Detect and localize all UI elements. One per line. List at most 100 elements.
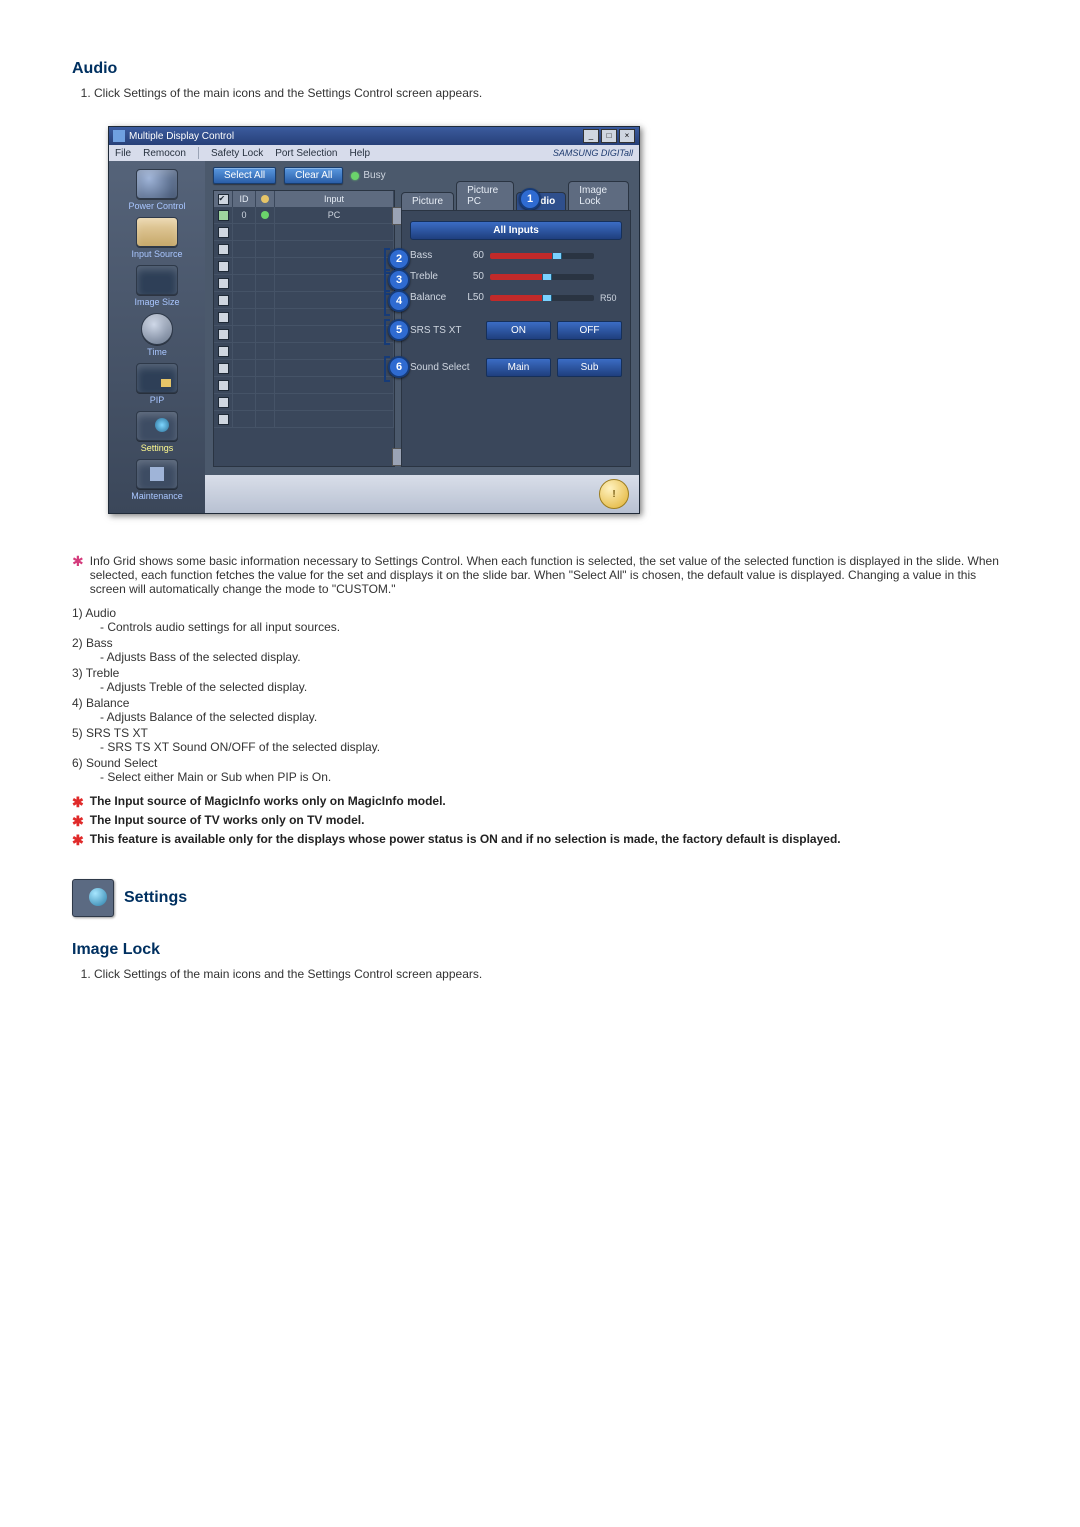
grid-row-empty[interactable] [214,411,394,428]
row-checkbox[interactable] [218,397,229,408]
srs-label: SRS TS XT [410,325,480,336]
tab-image-lock[interactable]: Image Lock [568,181,629,210]
audio-step-1: Click Settings of the main icons and the… [94,86,1008,100]
info-star-text: Info Grid shows some basic information n… [90,554,1008,596]
menu-help[interactable]: Help [349,148,370,159]
grid-row-empty[interactable] [214,292,394,309]
image-lock-heading: Image Lock [72,941,1008,959]
sidebar-item-time[interactable]: Time [115,311,199,359]
srs-off-button[interactable]: OFF [557,321,622,340]
sidebar-item-power-control[interactable]: Power Control [115,167,199,213]
sound-main-button[interactable]: Main [486,358,551,377]
row-checkbox[interactable] [218,414,229,425]
treble-label: Treble [410,271,454,282]
sidebar-item-pip[interactable]: PIP [115,361,199,407]
sound-select-toggle: 6 Sound Select Main Sub [410,358,622,377]
sidebar-item-settings[interactable]: Settings [115,409,199,455]
grid-row-empty[interactable] [214,343,394,360]
grid-row-empty[interactable] [214,326,394,343]
busy-dot-icon [351,172,359,180]
treble-slider[interactable]: 3 Treble 50 [410,271,622,282]
row-checkbox[interactable] [218,278,229,289]
tab-picture-pc[interactable]: Picture PC [456,181,514,210]
app-icon [113,130,125,142]
row-checkbox[interactable] [218,261,229,272]
image-size-icon [136,265,178,295]
sidebar-label: Input Source [131,249,182,259]
row-checkbox[interactable] [218,329,229,340]
menu-file[interactable]: File [115,148,131,159]
row-id: 0 [233,207,256,223]
srs-on-button[interactable]: ON [486,321,551,340]
row-checkbox[interactable] [218,346,229,357]
settings-panel: Picture Picture PC Audio Image Lock 1 Al… [401,190,631,467]
star-icon: ✱ [72,813,84,830]
menu-remocon[interactable]: Remocon [143,148,186,159]
settings-section-title: Settings [124,889,187,907]
sidebar-item-image-size[interactable]: Image Size [115,263,199,309]
row-checkbox[interactable] [218,210,229,221]
grid-row-empty[interactable] [214,275,394,292]
grid-header-checkbox[interactable] [214,191,233,207]
callout-3: 3 [388,269,410,291]
note-tv: ✱The Input source of TV works only on TV… [72,813,1008,830]
sound-sub-button[interactable]: Sub [557,358,622,377]
slider-thumb[interactable] [542,274,552,280]
status-icon [261,195,269,203]
sidebar-label: Maintenance [131,491,183,501]
grid-row-empty[interactable] [214,377,394,394]
close-button[interactable]: × [619,129,635,143]
bass-slider[interactable]: 2 Bass 60 [410,250,622,261]
menubar: File Remocon Safety Lock Port Selection … [109,145,639,161]
select-all-button[interactable]: Select All [213,167,276,184]
grid-row-empty[interactable] [214,360,394,377]
star-icon: ✱ [72,794,84,811]
desc-2: 2) Bass- Adjusts Bass of the selected di… [72,636,1008,664]
grid-header-id: ID [233,191,256,207]
row-checkbox[interactable] [218,380,229,391]
row-checkbox[interactable] [218,312,229,323]
bass-value: 60 [460,250,484,261]
grid-row-empty[interactable] [214,258,394,275]
input-source-icon [136,217,178,247]
balance-slider[interactable]: 4 Balance L50 R50 [410,292,622,303]
sidebar-item-input-source[interactable]: Input Source [115,215,199,261]
row-status-icon [261,211,269,219]
desc-5: 5) SRS TS XT- SRS TS XT Sound ON/OFF of … [72,726,1008,754]
callout-6: 6 [388,356,410,378]
grid-row-empty[interactable] [214,241,394,258]
settings-section-head: Settings [72,879,1008,917]
busy-label: Busy [363,170,385,181]
row-checkbox[interactable] [218,295,229,306]
slider-thumb[interactable] [542,295,552,301]
audio-heading: Audio [72,60,1008,78]
settings-section-icon [72,879,114,917]
all-inputs-bar: All Inputs [410,221,622,240]
desc-3: 3) Treble- Adjusts Treble of the selecte… [72,666,1008,694]
grid-row-empty[interactable] [214,394,394,411]
audio-steps: Click Settings of the main icons and the… [72,86,1008,100]
sidebar-label: Power Control [128,201,185,211]
minimize-button[interactable]: _ [583,129,599,143]
row-checkbox[interactable] [218,227,229,238]
image-lock-step-1: Click Settings of the main icons and the… [94,967,1008,981]
grid-row-empty[interactable] [214,224,394,241]
row-checkbox[interactable] [218,363,229,374]
row-checkbox[interactable] [218,244,229,255]
menu-port-selection[interactable]: Port Selection [275,148,337,159]
sidebar-item-maintenance[interactable]: Maintenance [115,457,199,503]
clear-all-button[interactable]: Clear All [284,167,343,184]
time-icon [141,313,173,345]
balance-label: Balance [410,292,454,303]
menu-safety-lock[interactable]: Safety Lock [211,148,263,159]
tab-picture[interactable]: Picture [401,192,454,210]
maximize-button[interactable]: □ [601,129,617,143]
callout-4: 4 [388,290,410,312]
grid-row-empty[interactable] [214,309,394,326]
grid-row[interactable]: 0 PC [214,207,394,224]
alert-icon: ! [599,479,629,509]
grid-header-input: Input [275,191,394,207]
sidebar-label: Settings [141,443,174,453]
brand-label: SAMSUNG DIGITall [553,148,633,158]
slider-thumb[interactable] [552,253,562,259]
